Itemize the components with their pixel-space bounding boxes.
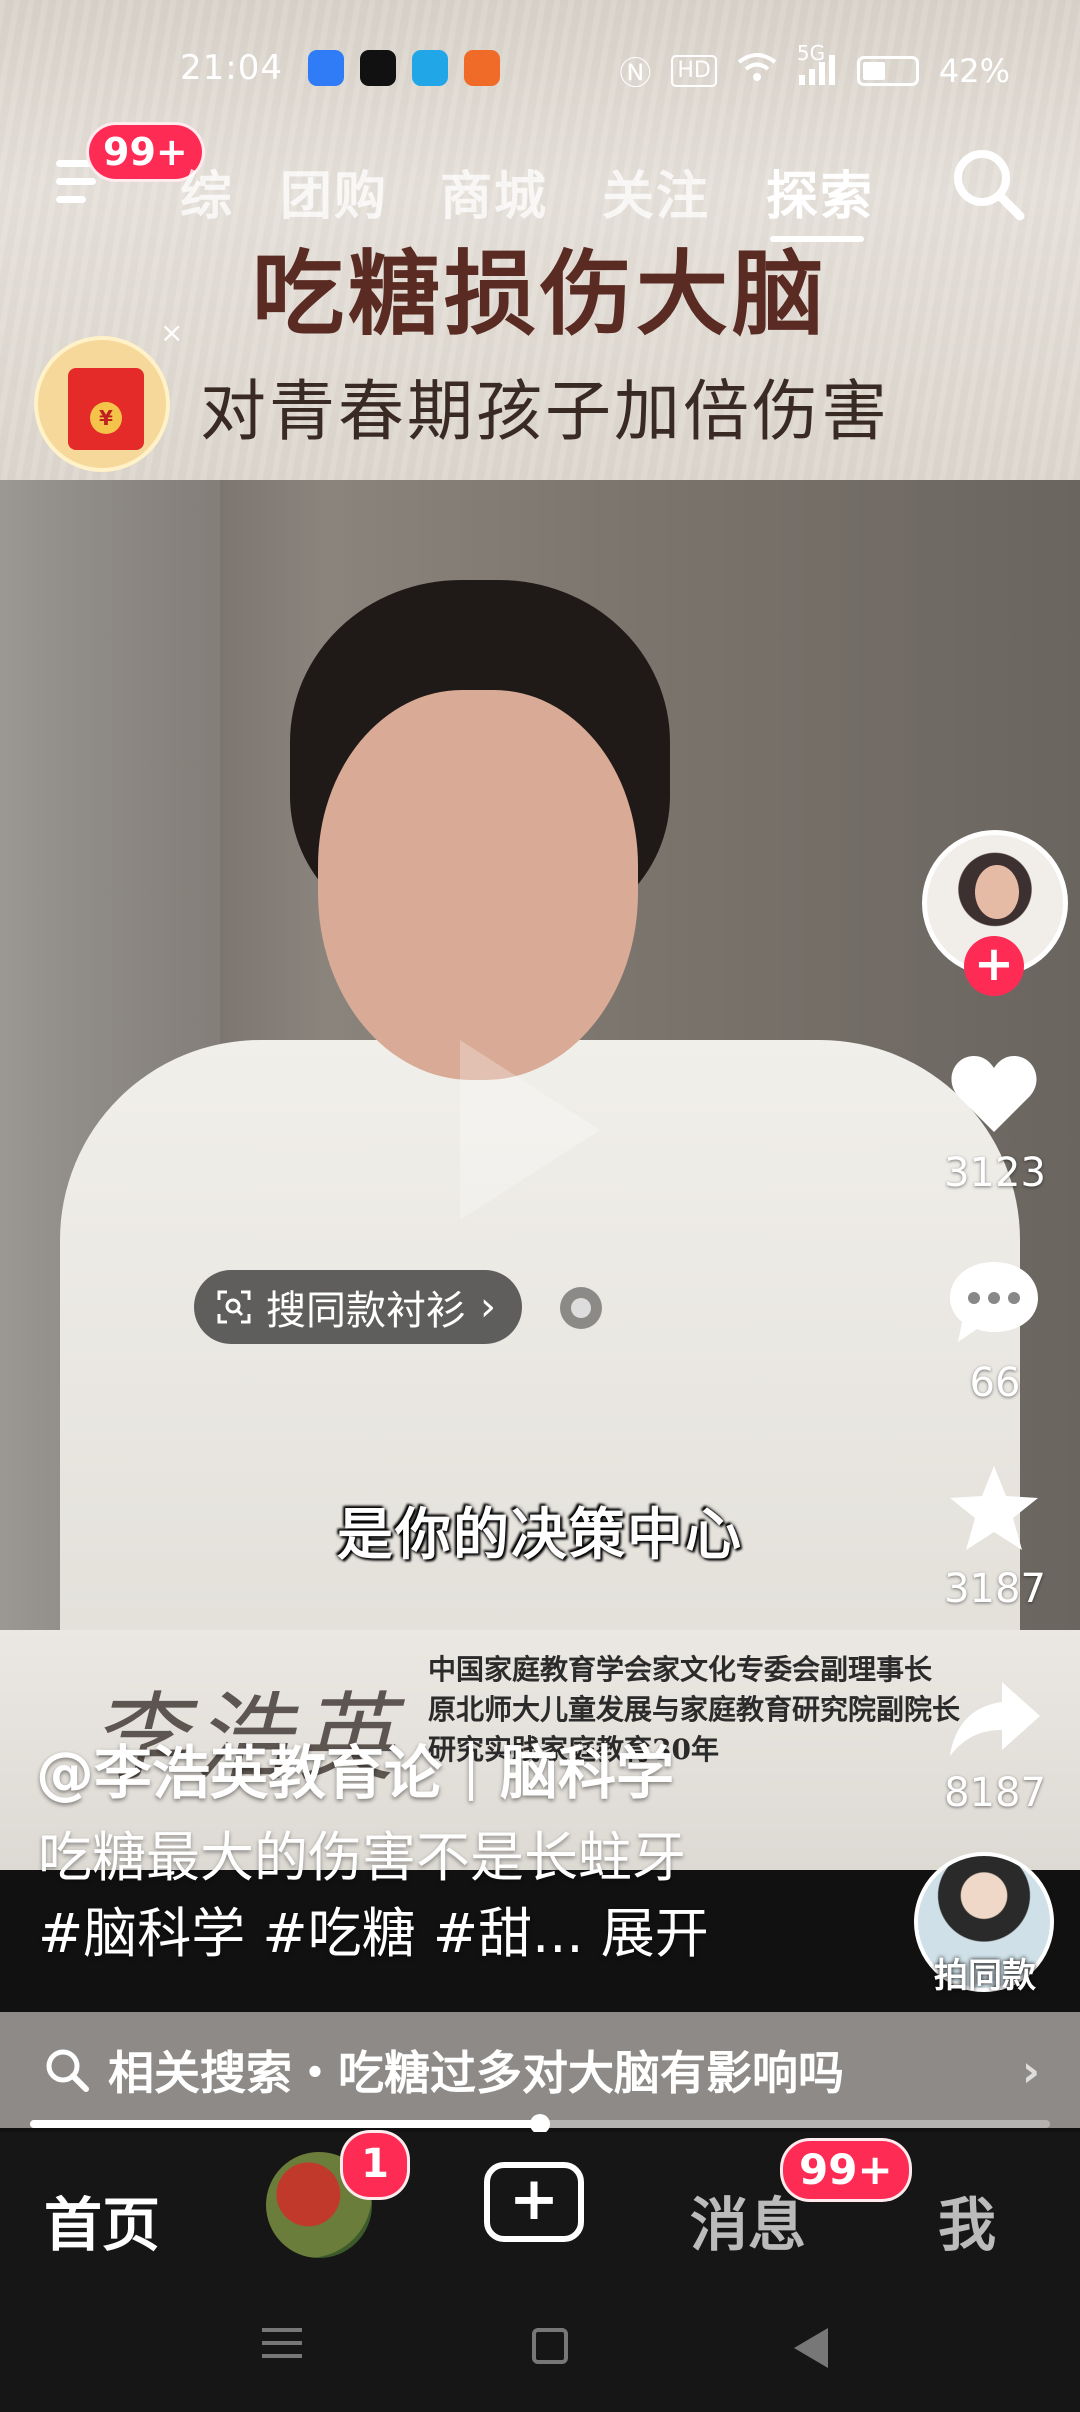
coin-icon: ¥ (90, 402, 122, 434)
close-icon[interactable]: × (160, 316, 183, 349)
network-type: 5G (796, 40, 826, 65)
product-search-tag[interactable]: 搜同款衬衫 › (194, 1270, 522, 1344)
related-search-text: 相关搜索・吃糖过多对大脑有影响吗 (108, 2046, 844, 2100)
tab-home[interactable]: 首页 (44, 2178, 160, 2262)
telegram-notification-icon (412, 50, 448, 86)
battery-percent: 42% (938, 52, 1010, 90)
play-icon (460, 1040, 600, 1220)
comment-count: 66 (969, 1360, 1021, 1406)
messages-badge: 99+ (780, 2138, 912, 2202)
caption-hashtags[interactable]: #脑科学 #吃糖 #甜... (38, 1902, 584, 1965)
like-count: 3123 (944, 1150, 1046, 1196)
progress-knob[interactable] (530, 2114, 550, 2134)
nfc-icon: Ⓝ (619, 54, 652, 92)
app-notification-icon (308, 50, 344, 86)
comment-icon[interactable] (944, 1252, 1044, 1352)
search-icon[interactable] (948, 144, 1028, 224)
top-nav: 99+ 综 团购 商城 关注 探索 (0, 122, 1080, 250)
active-tab-indicator (770, 236, 864, 242)
system-nav-bar (0, 2280, 1080, 2412)
chevron-right-icon: › (480, 1284, 496, 1330)
tab-group-buy[interactable]: 团购 (280, 154, 388, 229)
signal-icon: 5G (797, 41, 837, 90)
product-tag-label: 搜同款衬衫 (266, 1288, 466, 1334)
home-icon[interactable] (532, 2328, 568, 2364)
banner-subtitle: 对青春期孩子加倍伤害 (200, 373, 890, 450)
wifi-icon (737, 52, 777, 90)
credit-line: 中国家庭教育学会家文化专委会副理事长 (428, 1653, 933, 1686)
tab-mall[interactable]: 商城 (440, 154, 548, 229)
hd-icon: HD (671, 55, 717, 87)
credit-line: 原北师大儿童发展与家庭教育研究院副院长 (428, 1693, 961, 1726)
tab-explore[interactable]: 探索 (766, 154, 874, 229)
tab-partial[interactable]: 综 (180, 154, 234, 229)
recents-icon[interactable] (262, 2328, 302, 2367)
tag-anchor-dot (560, 1287, 602, 1329)
share-count: 8187 (944, 1770, 1046, 1816)
expand-link[interactable]: 展开 (601, 1902, 709, 1965)
tab-me[interactable]: 我 (938, 2178, 996, 2262)
app-notification-icon (464, 50, 500, 86)
video-caption[interactable]: 吃糖最大的伤害不是长蛀牙 #脑科学 #吃糖 #甜... 展开 (38, 1820, 709, 1972)
friends-badge: 1 (340, 2130, 410, 2200)
speaker-face (318, 690, 638, 1080)
scan-icon (217, 1290, 251, 1324)
favorite-count: 3187 (944, 1566, 1046, 1612)
red-packet-icon[interactable]: ¥ (34, 336, 170, 472)
tab-following[interactable]: 关注 (602, 154, 710, 229)
author-name[interactable]: @李浩英教育论｜脑科学 (36, 1726, 674, 1810)
status-time: 21:04 (180, 48, 283, 88)
video-player[interactable] (0, 480, 1080, 1630)
status-indicators: Ⓝ HD 5G 42% (619, 41, 1010, 94)
caption-text: 吃糖最大的伤害不是长蛀牙 (38, 1826, 686, 1889)
video-subtitle: 是你的决策中心 (337, 1503, 743, 1568)
follow-button[interactable]: + (964, 936, 1024, 996)
status-bar: 21:04 Ⓝ HD 5G 42% (0, 40, 1080, 100)
tiktok-notification-icon (360, 50, 396, 86)
remix-label[interactable]: 拍同款 (900, 1948, 1070, 1997)
back-icon[interactable] (794, 2328, 828, 2368)
search-icon (46, 2049, 89, 2092)
create-button[interactable]: + (484, 2162, 584, 2242)
notification-app-icons (308, 50, 500, 86)
like-icon[interactable] (944, 1044, 1044, 1144)
battery-icon (856, 56, 919, 86)
video-progress-bar[interactable] (30, 2114, 1050, 2134)
chevron-right-icon: › (1021, 2046, 1040, 2097)
related-search-bar[interactable]: 相关搜索・吃糖过多对大脑有影响吗 › (0, 2012, 1080, 2128)
